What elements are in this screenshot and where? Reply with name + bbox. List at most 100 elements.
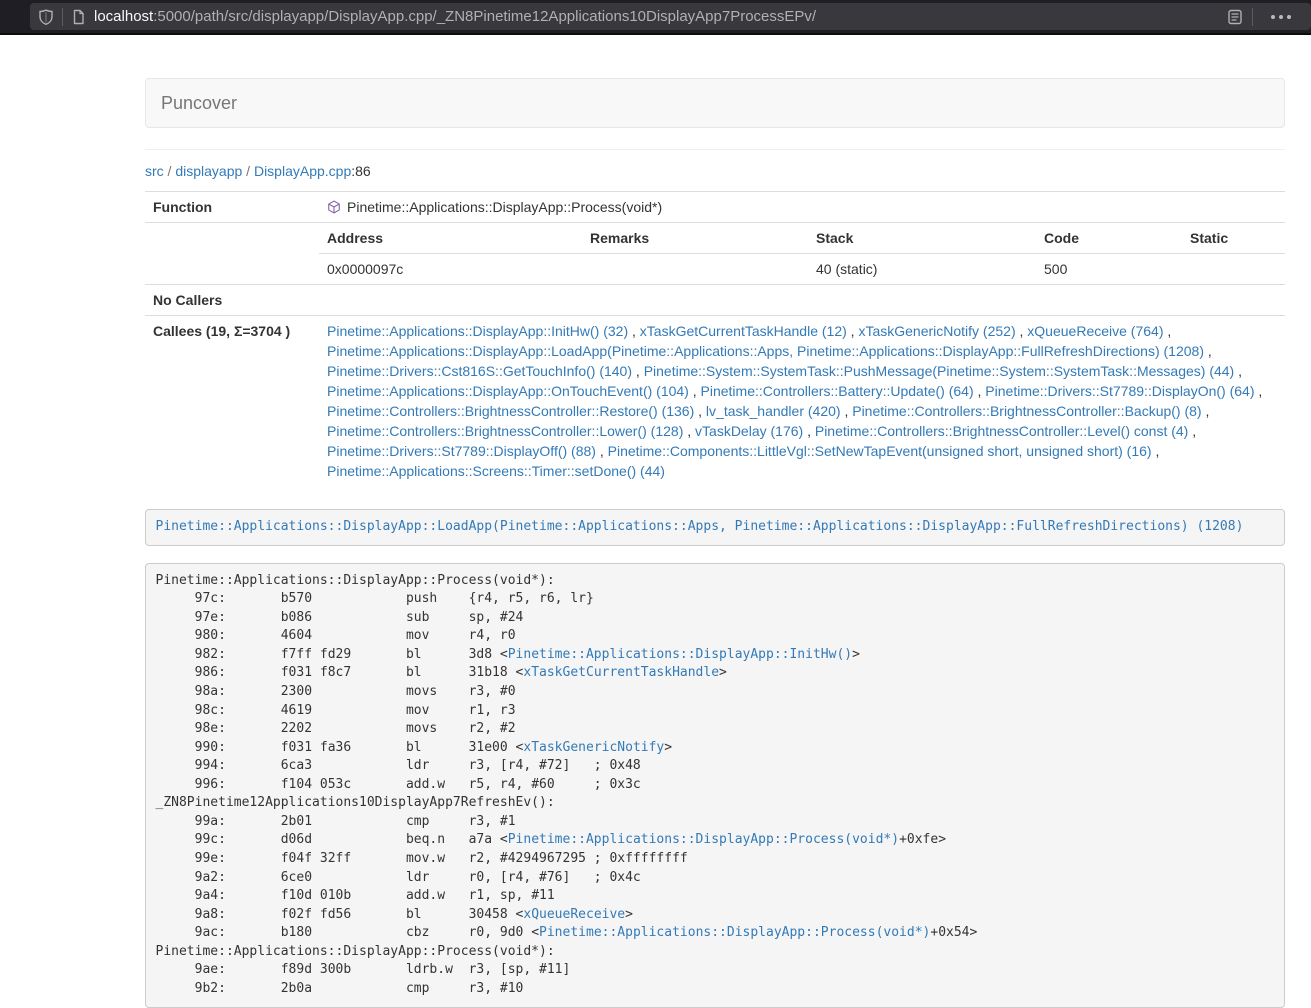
callee-link[interactable]: lv_task_handler (420) xyxy=(706,403,841,419)
callees-list: Pinetime::Applications::DisplayApp::Init… xyxy=(319,316,1285,487)
function-name: Pinetime::Applications::DisplayApp::Proc… xyxy=(347,197,662,217)
disasm-text: Pinetime::Applications::DisplayApp::Proc… xyxy=(156,944,555,959)
disasm-text: 99c: d06d beq.n a7a < xyxy=(156,832,508,847)
stats-header-stack: Stack xyxy=(808,223,1036,254)
breadcrumb-link[interactable]: displayapp xyxy=(175,163,242,179)
callee-link[interactable]: xQueueReceive (764) xyxy=(1027,323,1163,339)
breadcrumb-line-number: :86 xyxy=(351,163,370,179)
callee-link[interactable]: Pinetime::System::SystemTask::PushMessag… xyxy=(644,363,1235,379)
callee-separator: , xyxy=(841,403,853,419)
disasm-text: > xyxy=(719,665,727,680)
callee-link[interactable]: Pinetime::Controllers::BrightnessControl… xyxy=(815,423,1188,439)
table-row: AddressRemarksStackCodeStatic 0x0000097c… xyxy=(145,223,1285,285)
callee-separator: , xyxy=(974,383,986,399)
callee-separator: , xyxy=(1163,323,1171,339)
disassembly-block: Pinetime::Applications::DisplayApp::Proc… xyxy=(145,563,1285,1008)
stats-value: 40 (static) xyxy=(808,254,1036,285)
callee-separator: , xyxy=(683,423,695,439)
callee-link[interactable]: Pinetime::Components::LittleVgl::SetNewT… xyxy=(608,443,1152,459)
disasm-text: 9a2: 6ce0 ldr r0, [r4, #76] ; 0x4c xyxy=(156,870,641,885)
navbar: Puncover xyxy=(145,78,1285,128)
callee-separator: , xyxy=(847,323,859,339)
disasm-symbol-link[interactable]: Pinetime::Applications::DisplayApp::Proc… xyxy=(539,925,930,940)
divider-rule xyxy=(145,149,1285,150)
disasm-text: 990: f031 fa36 bl 31e00 < xyxy=(156,740,524,755)
callee-link[interactable]: Pinetime::Drivers::St7789::DisplayOn() (… xyxy=(985,383,1254,399)
disasm-text: 982: f7ff fd29 bl 3d8 < xyxy=(156,647,508,662)
callee-link[interactable]: Pinetime::Applications::Screens::Timer::… xyxy=(327,463,665,479)
disasm-symbol-link[interactable]: Pinetime::Applications::DisplayApp::Init… xyxy=(508,647,852,662)
function-info-table: Function Pinetime::Applications::Display… xyxy=(145,191,1285,486)
page-icon[interactable] xyxy=(71,9,86,25)
toolbar-divider xyxy=(1252,8,1253,26)
disasm-text: > xyxy=(625,907,633,922)
callee-separator: , xyxy=(1016,323,1028,339)
disasm-symbol-link[interactable]: xTaskGenericNotify xyxy=(523,740,664,755)
disasm-text: 99a: 2b01 cmp r3, #1 xyxy=(156,814,516,829)
disasm-text: +0x54> xyxy=(930,925,977,940)
callee-separator: , xyxy=(1255,383,1263,399)
disasm-text: _ZN8Pinetime12Applications10DisplayApp7R… xyxy=(156,795,555,810)
breadcrumb-link[interactable]: src xyxy=(145,163,164,179)
disasm-symbol-link[interactable]: Pinetime::Applications::DisplayApp::Proc… xyxy=(508,832,899,847)
callee-link[interactable]: Pinetime::Controllers::Battery::Update()… xyxy=(701,383,974,399)
disasm-text: 98c: 4619 mov r1, r3 xyxy=(156,703,516,718)
symbol-cube-icon xyxy=(327,200,341,214)
callee-link[interactable]: vTaskDelay (176) xyxy=(695,423,803,439)
callee-separator: , xyxy=(628,323,640,339)
stats-value xyxy=(582,254,808,285)
loadapp-banner: Pinetime::Applications::DisplayApp::Load… xyxy=(145,509,1285,546)
stats-table: AddressRemarksStackCodeStatic 0x0000097c… xyxy=(319,223,1285,284)
url-bar[interactable]: localhost:5000/path/src/displayapp/Displ… xyxy=(30,3,1311,30)
disasm-text: +0xfe> xyxy=(899,832,946,847)
callee-link[interactable]: Pinetime::Controllers::BrightnessControl… xyxy=(327,423,683,439)
browser-toolbar: localhost:5000/path/src/displayapp/Displ… xyxy=(0,0,1311,35)
disasm-symbol-link[interactable]: xQueueReceive xyxy=(523,907,625,922)
disasm-text: 97e: b086 sub sp, #24 xyxy=(156,610,524,625)
callee-link[interactable]: Pinetime::Controllers::BrightnessControl… xyxy=(852,403,1201,419)
callee-separator: , xyxy=(1188,423,1196,439)
loadapp-banner-link[interactable]: Pinetime::Applications::DisplayApp::Load… xyxy=(156,519,1244,534)
callee-link[interactable]: Pinetime::Drivers::Cst816S::GetTouchInfo… xyxy=(327,363,632,379)
function-row-label: Function xyxy=(145,192,319,223)
breadcrumb-link[interactable]: DisplayApp.cpp xyxy=(254,163,351,179)
disasm-text: 986: f031 f8c7 bl 31b18 < xyxy=(156,665,524,680)
disasm-text: 9a4: f10d 010b add.w r1, sp, #11 xyxy=(156,888,555,903)
disasm-text: > xyxy=(664,740,672,755)
callee-link[interactable]: xTaskGetCurrentTaskHandle (12) xyxy=(640,323,847,339)
callee-link[interactable]: Pinetime::Drivers::St7789::DisplayOff() … xyxy=(327,443,596,459)
callee-separator: , xyxy=(632,363,644,379)
disasm-symbol-link[interactable]: xTaskGetCurrentTaskHandle xyxy=(523,665,719,680)
reader-mode-icon[interactable] xyxy=(1226,8,1244,26)
url-text[interactable]: localhost:5000/path/src/displayapp/Displ… xyxy=(94,8,1226,25)
stats-value: 0x0000097c xyxy=(319,254,582,285)
callee-link[interactable]: Pinetime::Applications::DisplayApp::Init… xyxy=(327,323,628,339)
breadcrumb: src / displayapp / DisplayApp.cpp:86 xyxy=(145,161,1285,181)
callee-link[interactable]: Pinetime::Controllers::BrightnessControl… xyxy=(327,403,694,419)
stats-value: 500 xyxy=(1036,254,1182,285)
table-row: Function Pinetime::Applications::Display… xyxy=(145,192,1285,223)
stats-value xyxy=(1182,254,1285,285)
disasm-text: Pinetime::Applications::DisplayApp::Proc… xyxy=(156,573,555,588)
disasm-text: 99e: f04f 32ff mov.w r2, #4294967295 ; 0… xyxy=(156,851,688,866)
callee-separator: , xyxy=(1234,363,1242,379)
table-row: Callees (19, Σ=3704 ) Pinetime::Applicat… xyxy=(145,316,1285,487)
urlbar-divider xyxy=(62,8,63,26)
breadcrumb-separator: / xyxy=(164,163,176,179)
callees-label: Callees (19, Σ=3704 ) xyxy=(145,316,319,487)
brand-link[interactable]: Puncover xyxy=(146,78,252,128)
disasm-text: 97c: b570 push {r4, r5, r6, lr} xyxy=(156,591,594,606)
callee-link[interactable]: xTaskGenericNotify (252) xyxy=(858,323,1015,339)
disasm-text: 9ae: f89d 300b ldrb.w r3, [sp, #11] xyxy=(156,962,571,977)
disasm-text: 980: 4604 mov r4, r0 xyxy=(156,628,516,643)
callee-separator: , xyxy=(694,403,706,419)
callee-separator: , xyxy=(803,423,815,439)
callee-separator: , xyxy=(689,383,701,399)
shield-icon[interactable] xyxy=(38,9,54,25)
disasm-text: 9a8: f02f fd56 bl 30458 < xyxy=(156,907,524,922)
url-path: :5000/path/src/displayapp/DisplayApp.cpp… xyxy=(153,8,816,25)
callee-link[interactable]: Pinetime::Applications::DisplayApp::Load… xyxy=(327,343,1204,359)
callee-separator: , xyxy=(1204,343,1212,359)
callee-link[interactable]: Pinetime::Applications::DisplayApp::OnTo… xyxy=(327,383,689,399)
menu-icon[interactable] xyxy=(1261,15,1303,19)
